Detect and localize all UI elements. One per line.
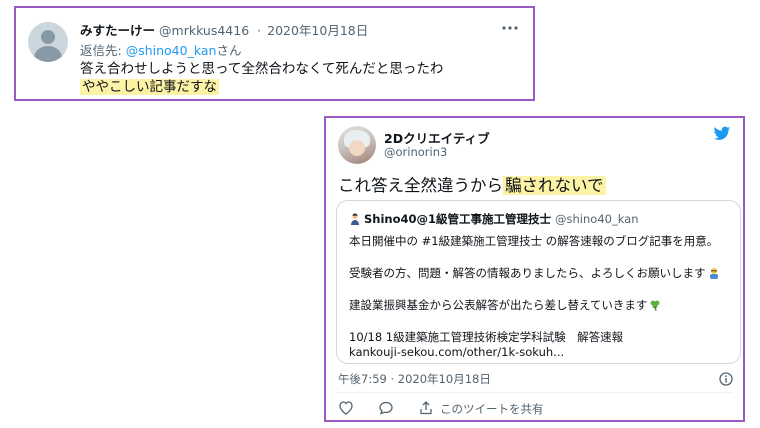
shamrock-emoji-icon: [649, 299, 661, 312]
comment-icon[interactable]: [378, 400, 394, 416]
quoted-author-name[interactable]: Shino40@1級管工事施工管理技士: [364, 212, 551, 226]
header-separator: ·: [257, 23, 262, 38]
reply-tweet-text: 答え合わせしようと思って全然合わなくて死んだと思ったわ ややこしい記事だすな: [80, 60, 443, 96]
quoted-text-line-4: 10/18 1級建築施工管理技術検定学科試験 解答速報: [349, 330, 624, 344]
reply-tweet-card[interactable]: みすたーけー @mrkkus4416 · 2020年10月18日 返信先: @sh…: [14, 6, 535, 101]
reply-text-line-1: 答え合わせしようと思って全然合わなくて死んだと思ったわ: [80, 61, 444, 77]
author-avatar[interactable]: [338, 126, 376, 164]
quoted-tweet[interactable]: Shino40@1級管工事施工管理技士 @shino40_kan 本日開催中の #…: [336, 200, 741, 364]
main-tweet-timestamp[interactable]: 午後7:59 · 2020年10月18日: [338, 371, 491, 387]
share-tweet-label[interactable]: このツイートを共有: [440, 401, 544, 417]
info-icon[interactable]: [719, 371, 733, 386]
replying-to-prefix: 返信先:: [80, 43, 126, 58]
reply-author-handle[interactable]: @mrkkus4416: [159, 23, 249, 38]
quoted-text-line-2-text: 受験者の方、問題・解答の情報ありましたら、よろしくお願いします: [349, 266, 706, 280]
reply-author-name[interactable]: みすたーけー: [80, 23, 155, 38]
avatar-head-shape: [41, 30, 55, 44]
main-text-plain: これ答え全然違うから: [338, 176, 503, 195]
main-text-highlighted: 騙されないで: [503, 176, 606, 195]
main-tweet-card[interactable]: 2Dクリエイティブ @orinorin3 これ答え全然違うから 騙されないで Sh…: [324, 116, 745, 422]
replying-to: 返信先: @shino40_kanさん: [80, 40, 241, 59]
reply-date[interactable]: 2020年10月18日: [267, 23, 368, 38]
reply-tweet-header: みすたーけー @mrkkus4416 · 2020年10月18日: [80, 20, 368, 39]
action-divider: [336, 392, 733, 393]
main-author-handle[interactable]: @orinorin3: [384, 145, 447, 159]
share-icon[interactable]: [418, 400, 434, 416]
quoted-tweet-header: Shino40@1級管工事施工管理技士 @shino40_kan: [349, 211, 639, 227]
quoted-text-line-2: 受験者の方、問題・解答の情報ありましたら、よろしくお願いします: [349, 265, 720, 281]
default-avatar[interactable]: [28, 22, 68, 62]
twitter-bird-icon[interactable]: [713, 126, 731, 142]
avatar-body-shape: [34, 46, 62, 62]
quoted-text-line-1: 本日開催中の #1級建築施工管理技士 の解答速報のブログ記事を用意。: [349, 234, 719, 248]
avatar-face-shape: [349, 140, 365, 156]
person-emoji-icon: [349, 213, 361, 225]
quoted-text-line-3: 建設業振興基金から公表解答が出たら差し替えていきます: [349, 297, 661, 313]
heart-icon[interactable]: [338, 400, 354, 416]
quoted-text-line-3-text: 建設業振興基金から公表解答が出たら差し替えていきます: [349, 298, 648, 312]
replying-to-suffix: さん: [216, 43, 242, 58]
more-dots-icon[interactable]: [501, 16, 519, 35]
reply-text-line-2-highlighted: ややこしい記事だすな: [80, 79, 219, 95]
quoted-url-link[interactable]: kankouji-sekou.com/other/1k-sokuh...: [349, 345, 564, 359]
quoted-author-handle[interactable]: @shino40_kan: [555, 212, 638, 226]
main-tweet-text: これ答え全然違うから 騙されないで: [338, 172, 606, 196]
bowing-person-emoji-icon: [708, 267, 720, 279]
replying-to-mention[interactable]: @shino40_kan: [126, 43, 217, 58]
